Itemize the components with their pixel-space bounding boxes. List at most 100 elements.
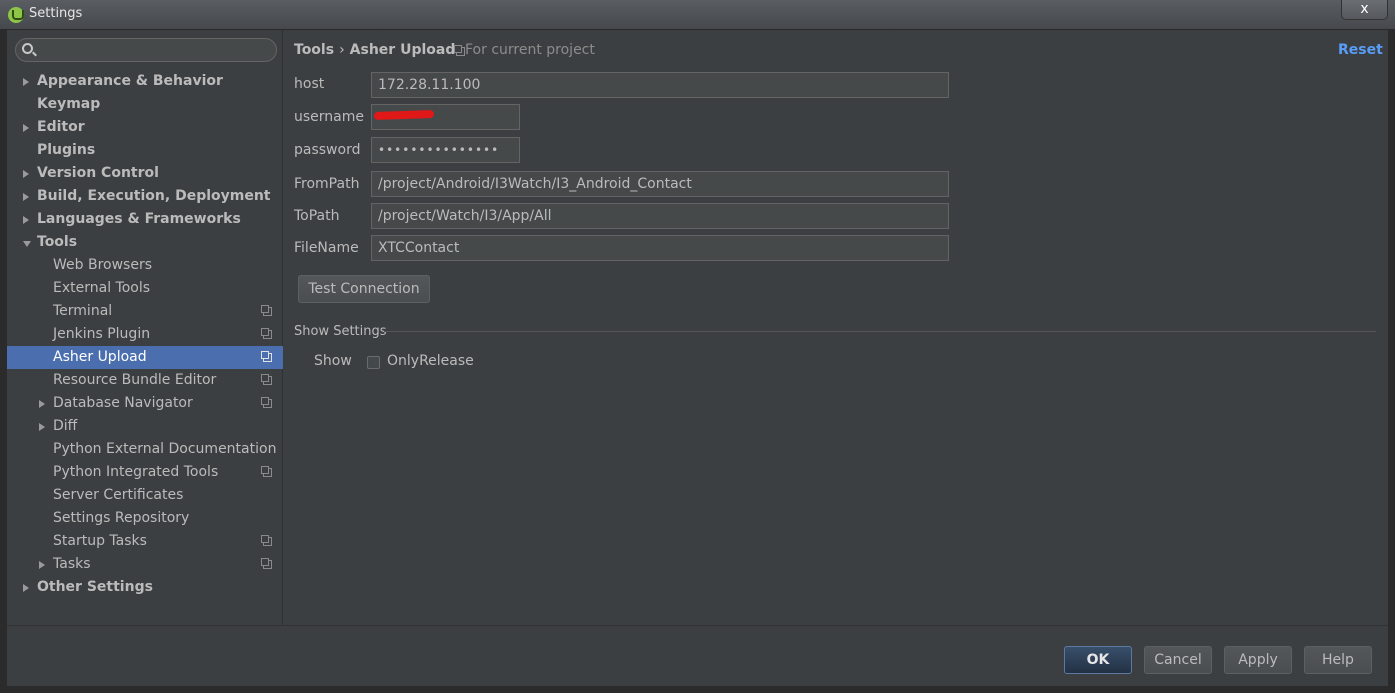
sidebar-item-label: Terminal — [53, 303, 113, 319]
sidebar-item-server-certificates[interactable]: Server Certificates — [7, 484, 283, 507]
collapsed-arrow-icon[interactable] — [23, 78, 29, 86]
project-scope-icon — [261, 466, 272, 477]
sidebar-item-label: Resource Bundle Editor — [53, 372, 217, 388]
username-label: username — [294, 109, 364, 125]
sidebar-item-tasks[interactable]: Tasks — [7, 553, 283, 576]
sidebar-item-web-browsers[interactable]: Web Browsers — [7, 254, 283, 277]
project-scope-icon — [261, 374, 272, 385]
sidebar-item-build-execution-deployment[interactable]: Build, Execution, Deployment — [7, 185, 283, 208]
collapsed-arrow-icon[interactable] — [39, 400, 45, 408]
settings-dialog: Appearance & Behavior Keymap Editor Plugins… — [7, 30, 1388, 686]
settings-search-box[interactable] — [15, 38, 277, 62]
sidebar-item-label: Editor — [37, 119, 85, 135]
sidebar-item-settings-repository[interactable]: Settings Repository — [7, 507, 283, 530]
sidebar-item-resource-bundle-editor[interactable]: Resource Bundle Editor — [7, 369, 283, 392]
only-release-checkbox[interactable] — [367, 356, 380, 369]
sidebar-item-label: Startup Tasks — [53, 533, 147, 549]
collapsed-arrow-icon[interactable] — [23, 584, 29, 592]
breadcrumb-separator: › — [339, 42, 345, 58]
collapsed-arrow-icon[interactable] — [39, 423, 45, 431]
sidebar-item-external-tools[interactable]: External Tools — [7, 277, 283, 300]
show-settings-title: Show Settings — [294, 324, 387, 339]
sidebar-item-label: Other Settings — [37, 579, 153, 595]
android-studio-icon — [8, 7, 24, 23]
sidebar-item-database-navigator[interactable]: Database Navigator — [7, 392, 283, 415]
sidebar-item-label: Keymap — [37, 96, 101, 112]
frompath-input[interactable] — [371, 171, 949, 197]
project-scope-icon — [261, 351, 272, 362]
project-scope-icon — [261, 558, 272, 569]
sidebar-item-label: Python Integrated Tools — [53, 464, 219, 480]
sidebar-item-label: Plugins — [37, 142, 96, 158]
settings-search-input[interactable] — [38, 41, 273, 59]
sidebar-item-label: Database Navigator — [53, 395, 193, 411]
cancel-button[interactable]: Cancel — [1144, 646, 1212, 674]
collapsed-arrow-icon[interactable] — [23, 124, 29, 132]
sidebar-item-startup-tasks[interactable]: Startup Tasks — [7, 530, 283, 553]
settings-sidebar: Appearance & Behavior Keymap Editor Plugins… — [7, 30, 283, 625]
filename-input[interactable] — [371, 235, 949, 261]
sidebar-item-label: Tools — [37, 234, 78, 250]
breadcrumb-parent[interactable]: Tools — [294, 42, 334, 58]
window-title: Settings — [29, 6, 83, 21]
scope-indicator: For current project — [452, 42, 595, 58]
title-bar: Settings x — [0, 0, 1395, 30]
sidebar-item-label: Server Certificates — [53, 487, 184, 503]
project-scope-icon — [261, 535, 272, 546]
sidebar-item-keymap[interactable]: Keymap — [7, 93, 283, 116]
sidebar-item-editor[interactable]: Editor — [7, 116, 283, 139]
sidebar-item-label: Build, Execution, Deployment — [37, 188, 271, 204]
close-window-button[interactable]: x — [1341, 0, 1388, 20]
sidebar-item-other-settings[interactable]: Other Settings — [7, 576, 283, 599]
sidebar-item-label: Python External Documentation — [53, 441, 277, 457]
only-release-label[interactable]: OnlyRelease — [387, 353, 474, 369]
sidebar-item-label: Version Control — [37, 165, 159, 181]
sidebar-item-terminal[interactable]: Terminal — [7, 300, 283, 323]
frompath-label: FromPath — [294, 176, 360, 192]
test-connection-button[interactable]: Test Connection — [298, 275, 430, 303]
settings-content: Tools › Asher Upload For current project R… — [284, 30, 1388, 625]
sidebar-item-label: Diff — [53, 418, 78, 434]
breadcrumb-current: Asher Upload — [349, 42, 456, 58]
password-input[interactable] — [371, 137, 520, 163]
filename-label: FileName — [294, 240, 359, 256]
collapsed-arrow-icon[interactable] — [23, 170, 29, 178]
sidebar-item-diff[interactable]: Diff — [7, 415, 283, 438]
show-label: Show — [314, 353, 352, 369]
collapsed-arrow-icon[interactable] — [23, 193, 29, 201]
password-label: password — [294, 142, 361, 158]
sidebar-item-python-external-documentation[interactable]: Python External Documentation — [7, 438, 283, 461]
apply-button[interactable]: Apply — [1224, 646, 1292, 674]
dialog-button-bar: OK Cancel Apply Help — [7, 625, 1388, 686]
collapsed-arrow-icon[interactable] — [39, 561, 45, 569]
search-icon — [22, 43, 33, 54]
ok-button[interactable]: OK — [1064, 646, 1132, 674]
breadcrumb: Tools › Asher Upload — [294, 42, 455, 58]
project-scope-icon — [454, 45, 465, 56]
sidebar-item-languages-frameworks[interactable]: Languages & Frameworks — [7, 208, 283, 231]
sidebar-item-label: Languages & Frameworks — [37, 211, 241, 227]
topath-label: ToPath — [294, 208, 340, 224]
topath-input[interactable] — [371, 203, 949, 229]
sidebar-item-label: Jenkins Plugin — [53, 326, 151, 342]
sidebar-item-plugins[interactable]: Plugins — [7, 139, 283, 162]
sidebar-item-tools[interactable]: Tools — [7, 231, 283, 254]
expanded-arrow-icon[interactable] — [23, 241, 31, 247]
sidebar-item-label: Tasks — [53, 556, 91, 572]
settings-tree: Appearance & Behavior Keymap Editor Plugins… — [7, 70, 283, 599]
sidebar-item-asher-upload[interactable]: Asher Upload — [7, 346, 283, 369]
reset-link[interactable]: Reset — [1338, 42, 1383, 58]
sidebar-item-jenkins-plugin[interactable]: Jenkins Plugin — [7, 323, 283, 346]
collapsed-arrow-icon[interactable] — [23, 216, 29, 224]
sidebar-item-label: External Tools — [53, 280, 151, 296]
scope-text: For current project — [465, 42, 595, 58]
sidebar-item-version-control[interactable]: Version Control — [7, 162, 283, 185]
host-label: host — [294, 76, 325, 92]
project-scope-icon — [261, 305, 272, 316]
host-input[interactable] — [371, 72, 949, 98]
sidebar-item-label: Asher Upload — [53, 349, 147, 365]
sidebar-item-label: Appearance & Behavior — [37, 73, 223, 89]
sidebar-item-appearance-behavior[interactable]: Appearance & Behavior — [7, 70, 283, 93]
sidebar-item-python-integrated-tools[interactable]: Python Integrated Tools — [7, 461, 283, 484]
help-button[interactable]: Help — [1304, 646, 1372, 674]
